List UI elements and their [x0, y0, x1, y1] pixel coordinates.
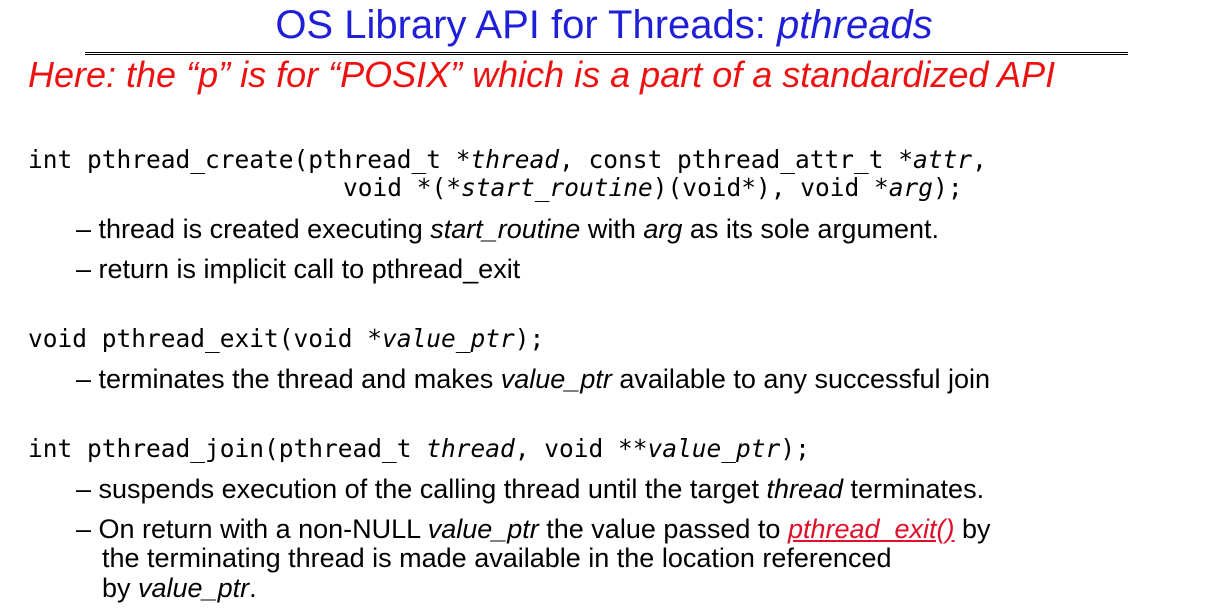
code-text: int pthread_join(pthread_t [28, 434, 427, 463]
bullet-term: thread [766, 474, 844, 504]
pthread-join-bullet-2: – On return with a non-NULL value_ptr th… [76, 514, 991, 544]
slide-title: OS Library API for Threads: pthreads [0, 2, 1208, 48]
code-param-thread: thread [470, 145, 560, 174]
pthread-join-bullet-2-line3: by value_ptr. [102, 573, 257, 603]
title-plain: OS Library API for Threads: [275, 3, 778, 47]
code-param-value-ptr: value_ptr [382, 324, 515, 353]
bullet-term: value_ptr [427, 514, 539, 544]
code-text: int pthread_create(pthread_t * [28, 145, 471, 174]
code-text: , void ** [514, 434, 648, 463]
code-text: ); [933, 173, 963, 202]
bullet-text: available to any successful join [611, 364, 991, 394]
bullet-term: start_routine [430, 214, 581, 244]
pthread-create-bullet-1: – thread is created executing start_rout… [76, 214, 939, 244]
title-italic: pthreads [777, 3, 933, 47]
bullet-text: . [249, 573, 257, 603]
pthread-exit-signature: void pthread_exit(void *value_ptr); [28, 324, 544, 354]
code-text: ); [780, 434, 810, 463]
slide-subtitle: Here: the “p” is for “POSIX” which is a … [28, 54, 1056, 95]
pthread-create-bullet-2: – return is implicit call to pthread_exi… [76, 254, 521, 284]
pthread-create-signature-line1: int pthread_create(pthread_t *thread, co… [28, 145, 987, 175]
bullet-text: by [102, 573, 139, 603]
bullet-text: by [954, 514, 991, 544]
code-text: )(void*), void * [652, 173, 889, 202]
code-text: void pthread_exit(void * [28, 324, 383, 353]
bullet-text: terminates. [843, 474, 985, 504]
pthread-join-bullet-2-line2: the terminating thread is made available… [102, 543, 892, 573]
code-param-start-routine: start_routine [461, 173, 653, 202]
bullet-text: – thread is created executing [76, 214, 431, 244]
bullet-text: with [580, 214, 644, 244]
pthread-exit-link[interactable]: pthread_exit() [788, 514, 955, 544]
bullet-term: value_ptr [500, 364, 612, 394]
pthread-exit-bullet-1: – terminates the thread and makes value_… [76, 364, 990, 394]
code-param-thread: thread [426, 434, 515, 463]
bullet-text: – suspends execution of the calling thre… [76, 474, 767, 504]
code-text: void *(* [343, 173, 462, 202]
bullet-term: arg [643, 214, 683, 244]
pthread-join-signature: int pthread_join(pthread_t thread, void … [28, 434, 810, 464]
bullet-text: the value passed to [538, 514, 788, 544]
bullet-text: – terminates the thread and makes [76, 364, 501, 394]
pthread-join-bullet-1: – suspends execution of the calling thre… [76, 474, 984, 504]
bullet-text: as its sole argument. [682, 214, 939, 244]
code-text: , [972, 145, 987, 174]
code-text: ); [514, 324, 545, 353]
bullet-term: value_ptr [138, 573, 250, 603]
code-param-arg: arg [888, 173, 934, 202]
code-param-attr: attr [913, 145, 973, 174]
pthread-create-signature-line2: void *(*start_routine)(void*), void *arg… [343, 173, 963, 203]
code-param-value-ptr: value_ptr [647, 434, 781, 463]
code-text: , const pthread_attr_t * [559, 145, 914, 174]
bullet-text: – On return with a non-NULL [76, 514, 428, 544]
